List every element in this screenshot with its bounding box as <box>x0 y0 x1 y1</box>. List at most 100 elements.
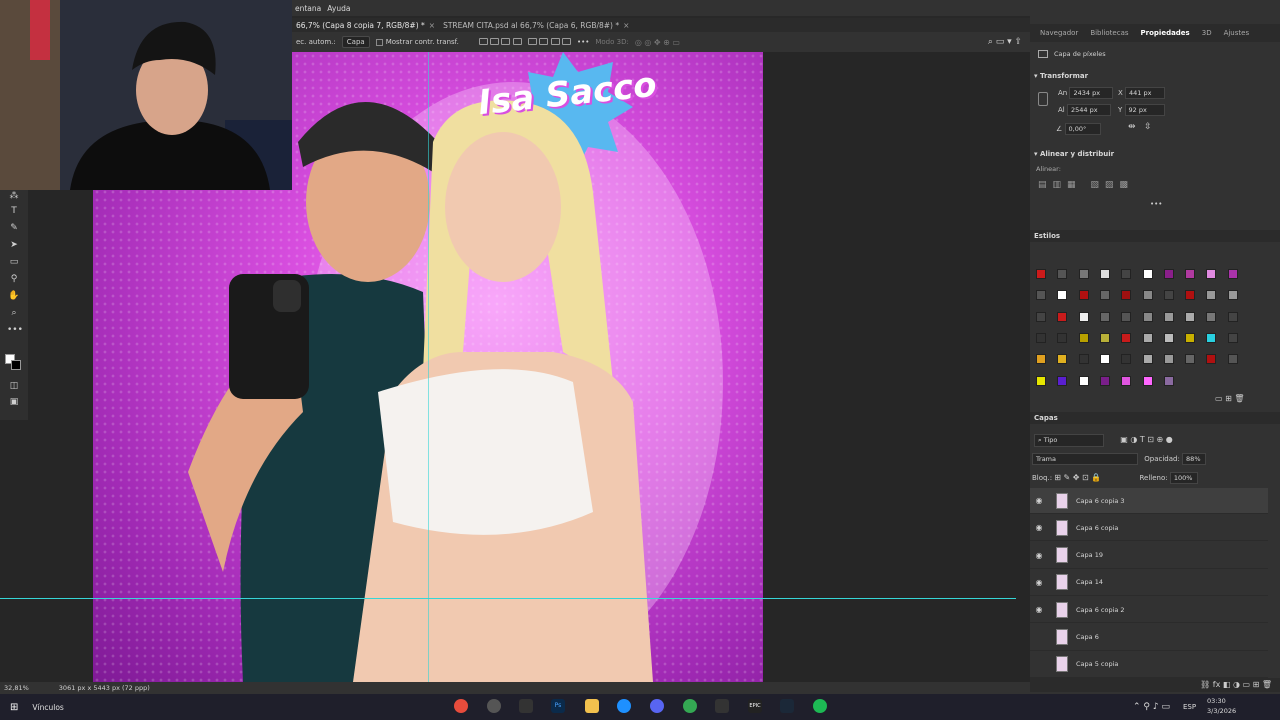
style-swatch[interactable] <box>1057 290 1068 301</box>
spotify-icon[interactable] <box>813 699 827 713</box>
style-swatch[interactable] <box>1142 311 1153 322</box>
guide-vertical[interactable] <box>428 52 429 682</box>
more-options-icon[interactable]: ••• <box>1150 200 1162 208</box>
tab-bibliotecas[interactable]: Bibliotecas <box>1084 29 1134 37</box>
align-icons[interactable] <box>478 37 571 47</box>
capcut-icon[interactable] <box>519 699 533 713</box>
style-swatch[interactable] <box>1227 332 1238 343</box>
layer-row[interactable]: ◉ Capa 6 copia <box>1030 515 1268 542</box>
style-swatch[interactable] <box>1078 311 1089 322</box>
style-swatch[interactable] <box>1036 354 1046 365</box>
style-swatch[interactable] <box>1227 311 1238 322</box>
layer-row[interactable]: ◉ Capa 14 <box>1030 570 1268 596</box>
style-swatch[interactable] <box>1163 375 1174 386</box>
style-swatch[interactable] <box>1036 311 1046 322</box>
style-swatch[interactable] <box>1121 269 1132 279</box>
clock-time[interactable]: 03:30 <box>1207 697 1226 705</box>
style-swatch[interactable] <box>1099 269 1110 279</box>
rectangle-tool-icon[interactable]: ▭ <box>7 256 21 269</box>
style-swatch[interactable] <box>1206 311 1217 322</box>
layer-row[interactable]: Capa 6 <box>1030 625 1268 651</box>
style-swatch[interactable] <box>1163 332 1174 343</box>
layer-row[interactable]: Capa 5 copia <box>1030 652 1268 678</box>
style-swatch[interactable] <box>1057 269 1068 279</box>
zoom-tool-icon[interactable]: ⌕ <box>7 307 21 320</box>
layer-row[interactable]: ◉ Capa 19 <box>1030 543 1268 569</box>
target-select[interactable]: Capa <box>341 36 370 48</box>
angle-field[interactable]: 0,00° <box>1064 123 1101 135</box>
visibility-eye-icon[interactable]: ◉ <box>1030 605 1048 614</box>
style-swatch[interactable] <box>1078 375 1089 386</box>
style-swatch[interactable] <box>1206 354 1217 365</box>
style-swatch[interactable] <box>1142 290 1153 301</box>
language-indicator[interactable]: ESP <box>1183 703 1196 711</box>
capcut-icon-2[interactable] <box>715 699 729 713</box>
screen-mode-icon[interactable]: ▣ <box>7 396 21 409</box>
background-color-swatch[interactable] <box>11 360 21 370</box>
style-swatch[interactable] <box>1163 311 1174 322</box>
tab-ajustes[interactable]: Ajustes <box>1218 29 1256 37</box>
photoshop-icon[interactable]: Ps <box>551 699 565 713</box>
close-icon[interactable]: × <box>623 21 629 30</box>
style-swatch[interactable] <box>1121 375 1132 386</box>
style-swatch[interactable] <box>1227 354 1238 365</box>
style-swatch[interactable] <box>1099 354 1110 365</box>
search-icon[interactable]: ⌕ ▭ ▾ ⇪ <box>988 37 1022 47</box>
style-swatch[interactable] <box>1036 290 1046 301</box>
style-swatch[interactable] <box>1163 290 1174 301</box>
style-swatch[interactable] <box>1036 332 1046 343</box>
transform-section-title[interactable]: ▾ Transformar <box>1034 72 1088 80</box>
styles-title[interactable]: Estilos <box>1034 232 1060 240</box>
file-explorer-icon[interactable] <box>585 699 599 713</box>
style-swatch[interactable] <box>1121 311 1132 322</box>
path-select-icon[interactable]: ➤ <box>7 239 21 252</box>
layers-actions[interactable]: ⛓ fx ◧ ◑ ▭ ⊞ 🗑 <box>1030 678 1280 692</box>
style-swatch[interactable] <box>1099 375 1110 386</box>
y-field[interactable]: 92 px <box>1124 104 1165 116</box>
style-swatch[interactable] <box>1185 269 1196 279</box>
chrome-icon[interactable] <box>454 699 468 713</box>
layer-row[interactable]: ◉ Capa 6 copia 2 <box>1030 597 1268 624</box>
style-swatch[interactable] <box>1036 375 1046 386</box>
visibility-eye-icon[interactable]: ◉ <box>1030 578 1048 587</box>
style-swatch[interactable] <box>1185 354 1196 365</box>
style-swatch[interactable] <box>1142 375 1153 386</box>
style-swatch[interactable] <box>1227 290 1238 301</box>
layers-title[interactable]: Capas <box>1034 414 1058 422</box>
style-swatch[interactable] <box>1099 332 1110 343</box>
lock-icons[interactable]: ⊞ ✎ ✥ ⊡ 🔒 <box>1054 473 1101 482</box>
zoom-level[interactable]: 32,81% <box>4 684 29 692</box>
opacity-field[interactable]: 88% <box>1182 453 1207 465</box>
tab-3d[interactable]: 3D <box>1196 29 1218 37</box>
discord-icon[interactable] <box>650 699 664 713</box>
style-swatch[interactable] <box>1163 269 1174 279</box>
menu-ventana[interactable]: entana <box>295 4 321 13</box>
style-swatch[interactable] <box>1078 354 1089 365</box>
more-tools-icon[interactable]: ••• <box>7 324 23 337</box>
style-swatch[interactable] <box>1206 290 1217 301</box>
fill-field[interactable]: 100% <box>1169 472 1198 484</box>
layer-row[interactable]: ◉ Capa 6 copia 3 <box>1030 488 1268 514</box>
obs-icon[interactable] <box>487 699 501 713</box>
clock-date[interactable]: 3/3/2026 <box>1207 707 1236 715</box>
style-swatch[interactable] <box>1078 290 1089 301</box>
hand-tool-icon[interactable]: ✋ <box>7 290 21 303</box>
more-icon[interactable]: ••• <box>577 38 589 46</box>
show-transform-checkbox[interactable]: Mostrar contr. transf. <box>375 38 459 46</box>
visibility-eye-icon[interactable]: ◉ <box>1030 551 1048 560</box>
chrome-icon-2[interactable] <box>683 699 697 713</box>
layer-filter-select[interactable]: ⌕ Tipo <box>1034 434 1104 447</box>
style-swatch[interactable] <box>1185 311 1196 322</box>
close-icon[interactable]: × <box>429 21 435 30</box>
style-swatch[interactable] <box>1142 332 1153 343</box>
taskbar-search[interactable]: Vínculos <box>32 703 63 712</box>
windows-start-icon[interactable]: ⊞ <box>10 702 18 713</box>
system-tray-icons[interactable]: ⌃ ⚲ ♪ ▭ <box>1133 702 1170 712</box>
magic-wand-icon[interactable]: ⁂ <box>7 190 21 203</box>
menu-ayuda[interactable]: Ayuda <box>327 4 350 13</box>
style-swatch[interactable] <box>1121 290 1132 301</box>
style-swatch[interactable] <box>1185 290 1196 301</box>
style-swatch[interactable] <box>1078 332 1089 343</box>
visibility-eye-icon[interactable]: ◉ <box>1030 523 1048 532</box>
tab-document-2[interactable]: STREAM CITA.psd al 66,7% (Capa 6, RGB/8#… <box>439 21 633 30</box>
